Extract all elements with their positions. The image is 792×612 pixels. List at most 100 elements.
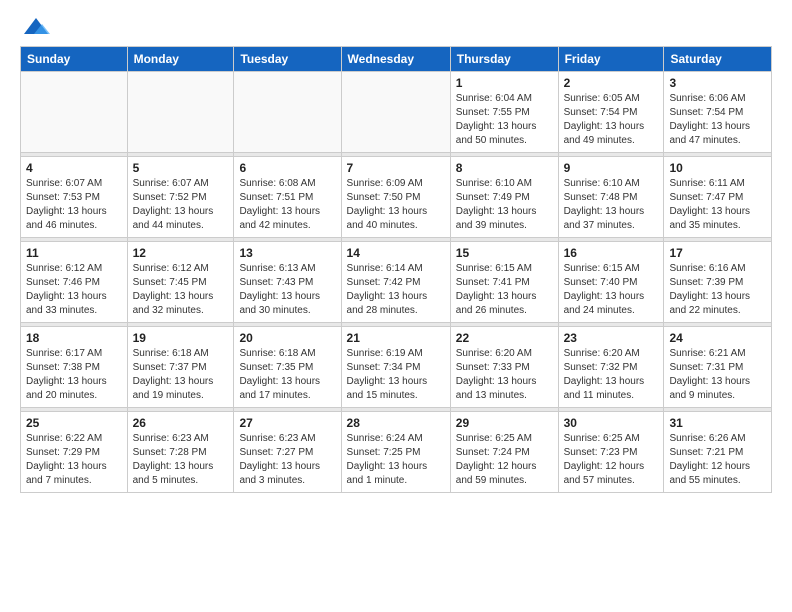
calendar-cell: 14Sunrise: 6:14 AMSunset: 7:42 PMDayligh…: [341, 242, 450, 323]
calendar-cell: 2Sunrise: 6:05 AMSunset: 7:54 PMDaylight…: [558, 72, 664, 153]
calendar-cell: [234, 72, 341, 153]
calendar-cell: 31 Sunrise: 6:26 AMSunset: 7:21 PMDayligh…: [664, 412, 772, 493]
day-number: 4: [26, 161, 122, 175]
day-info: Sunrise: 6:15 AMSunset: 7:41 PMDaylight:…: [456, 262, 553, 318]
day-info: Sunrise: 6:16 AMSunset: 7:39 PMDaylight:…: [669, 262, 766, 318]
day-info: Sunrise: 6:18 AMSunset: 7:37 PMDaylight:…: [133, 347, 229, 403]
calendar-cell: 3 Sunrise: 6:06 AMSunset: 7:54 PMDaylight…: [664, 72, 772, 153]
calendar-week-1: 1 Sunrise: 6:04 AMSunset: 7:55 PMDaylight…: [21, 72, 772, 153]
day-info: Sunrise: 6:25 AMSunset: 7:24 PMDaylight:…: [456, 432, 553, 488]
day-info: Sunrise: 6:11 AMSunset: 7:47 PMDaylight:…: [669, 177, 766, 233]
weekday-header-row: SundayMondayTuesdayWednesdayThursdayFrid…: [21, 47, 772, 72]
calendar-cell: 10 Sunrise: 6:11 AMSunset: 7:47 PMDayligh…: [664, 157, 772, 238]
day-number: 8: [456, 161, 553, 175]
day-number: 13: [239, 246, 335, 260]
day-info: Sunrise: 6:23 AMSunset: 7:27 PMDaylight:…: [239, 432, 335, 488]
calendar-cell: 19 Sunrise: 6:18 AMSunset: 7:37 PMDayligh…: [127, 327, 234, 408]
calendar-cell: 15Sunrise: 6:15 AMSunset: 7:41 PMDayligh…: [450, 242, 558, 323]
calendar-cell: 16 Sunrise: 6:15 AMSunset: 7:40 PMDayligh…: [558, 242, 664, 323]
day-number: 1: [456, 76, 553, 90]
calendar-cell: 13 Sunrise: 6:13 AMSunset: 7:43 PMDayligh…: [234, 242, 341, 323]
calendar-cell: 29 Sunrise: 6:25 AMSunset: 7:24 PMDayligh…: [450, 412, 558, 493]
calendar-week-3: 11 Sunrise: 6:12 AMSunset: 7:46 PMDayligh…: [21, 242, 772, 323]
calendar-cell: 30 Sunrise: 6:25 AMSunset: 7:23 PMDayligh…: [558, 412, 664, 493]
day-number: 25: [26, 416, 122, 430]
calendar-cell: 22 Sunrise: 6:20 AMSunset: 7:33 PMDayligh…: [450, 327, 558, 408]
weekday-header-sunday: Sunday: [21, 47, 128, 72]
day-number: 30: [564, 416, 659, 430]
day-info: Sunrise: 6:07 AMSunset: 7:53 PMDaylight:…: [26, 177, 122, 233]
day-number: 18: [26, 331, 122, 345]
day-info: Sunrise: 6:17 AMSunset: 7:38 PMDaylight:…: [26, 347, 122, 403]
calendar-cell: 17 Sunrise: 6:16 AMSunset: 7:39 PMDayligh…: [664, 242, 772, 323]
day-info: Sunrise: 6:10 AMSunset: 7:49 PMDaylight:…: [456, 177, 553, 233]
weekday-header-tuesday: Tuesday: [234, 47, 341, 72]
logo-icon: [22, 16, 50, 38]
calendar-week-4: 18 Sunrise: 6:17 AMSunset: 7:38 PMDayligh…: [21, 327, 772, 408]
day-number: 20: [239, 331, 335, 345]
day-number: 24: [669, 331, 766, 345]
day-info: Sunrise: 6:20 AMSunset: 7:33 PMDaylight:…: [456, 347, 553, 403]
calendar-cell: 24 Sunrise: 6:21 AMSunset: 7:31 PMDayligh…: [664, 327, 772, 408]
day-number: 27: [239, 416, 335, 430]
day-info: Sunrise: 6:04 AMSunset: 7:55 PMDaylight:…: [456, 92, 553, 148]
day-info: Sunrise: 6:10 AMSunset: 7:48 PMDaylight:…: [564, 177, 659, 233]
day-info: Sunrise: 6:18 AMSunset: 7:35 PMDaylight:…: [239, 347, 335, 403]
calendar-cell: 6Sunrise: 6:08 AMSunset: 7:51 PMDaylight…: [234, 157, 341, 238]
day-number: 3: [669, 76, 766, 90]
day-number: 5: [133, 161, 229, 175]
day-number: 16: [564, 246, 659, 260]
logo: [20, 16, 50, 38]
day-number: 10: [669, 161, 766, 175]
day-number: 6: [239, 161, 335, 175]
day-number: 11: [26, 246, 122, 260]
day-number: 21: [347, 331, 445, 345]
day-info: Sunrise: 6:19 AMSunset: 7:34 PMDaylight:…: [347, 347, 445, 403]
calendar-week-2: 4 Sunrise: 6:07 AMSunset: 7:53 PMDaylight…: [21, 157, 772, 238]
weekday-header-wednesday: Wednesday: [341, 47, 450, 72]
day-number: 28: [347, 416, 445, 430]
day-info: Sunrise: 6:06 AMSunset: 7:54 PMDaylight:…: [669, 92, 766, 148]
day-number: 23: [564, 331, 659, 345]
day-number: 2: [564, 76, 659, 90]
day-number: 19: [133, 331, 229, 345]
calendar-cell: 12 Sunrise: 6:12 AMSunset: 7:45 PMDayligh…: [127, 242, 234, 323]
calendar-cell: 23 Sunrise: 6:20 AMSunset: 7:32 PMDayligh…: [558, 327, 664, 408]
day-info: Sunrise: 6:21 AMSunset: 7:31 PMDaylight:…: [669, 347, 766, 403]
calendar-cell: 8 Sunrise: 6:10 AMSunset: 7:49 PMDaylight…: [450, 157, 558, 238]
weekday-header-friday: Friday: [558, 47, 664, 72]
day-info: Sunrise: 6:24 AMSunset: 7:25 PMDaylight:…: [347, 432, 445, 488]
day-info: Sunrise: 6:12 AMSunset: 7:45 PMDaylight:…: [133, 262, 229, 318]
calendar-cell: [341, 72, 450, 153]
calendar-cell: 9Sunrise: 6:10 AMSunset: 7:48 PMDaylight…: [558, 157, 664, 238]
day-number: 29: [456, 416, 553, 430]
weekday-header-monday: Monday: [127, 47, 234, 72]
day-info: Sunrise: 6:23 AMSunset: 7:28 PMDaylight:…: [133, 432, 229, 488]
day-number: 31: [669, 416, 766, 430]
day-info: Sunrise: 6:26 AMSunset: 7:21 PMDaylight:…: [669, 432, 766, 488]
calendar-cell: [127, 72, 234, 153]
day-info: Sunrise: 6:20 AMSunset: 7:32 PMDaylight:…: [564, 347, 659, 403]
day-number: 17: [669, 246, 766, 260]
day-info: Sunrise: 6:12 AMSunset: 7:46 PMDaylight:…: [26, 262, 122, 318]
day-number: 12: [133, 246, 229, 260]
day-number: 22: [456, 331, 553, 345]
calendar-cell: 5Sunrise: 6:07 AMSunset: 7:52 PMDaylight…: [127, 157, 234, 238]
calendar-cell: 11 Sunrise: 6:12 AMSunset: 7:46 PMDayligh…: [21, 242, 128, 323]
day-info: Sunrise: 6:22 AMSunset: 7:29 PMDaylight:…: [26, 432, 122, 488]
day-info: Sunrise: 6:25 AMSunset: 7:23 PMDaylight:…: [564, 432, 659, 488]
weekday-header-thursday: Thursday: [450, 47, 558, 72]
day-info: Sunrise: 6:13 AMSunset: 7:43 PMDaylight:…: [239, 262, 335, 318]
day-info: Sunrise: 6:09 AMSunset: 7:50 PMDaylight:…: [347, 177, 445, 233]
calendar-cell: [21, 72, 128, 153]
calendar-cell: 1 Sunrise: 6:04 AMSunset: 7:55 PMDaylight…: [450, 72, 558, 153]
weekday-header-saturday: Saturday: [664, 47, 772, 72]
calendar-cell: 4 Sunrise: 6:07 AMSunset: 7:53 PMDaylight…: [21, 157, 128, 238]
calendar-cell: 28 Sunrise: 6:24 AMSunset: 7:25 PMDayligh…: [341, 412, 450, 493]
calendar-cell: 27 Sunrise: 6:23 AMSunset: 7:27 PMDayligh…: [234, 412, 341, 493]
calendar-week-5: 25 Sunrise: 6:22 AMSunset: 7:29 PMDayligh…: [21, 412, 772, 493]
calendar-cell: 25 Sunrise: 6:22 AMSunset: 7:29 PMDayligh…: [21, 412, 128, 493]
calendar-cell: 18 Sunrise: 6:17 AMSunset: 7:38 PMDayligh…: [21, 327, 128, 408]
day-info: Sunrise: 6:15 AMSunset: 7:40 PMDaylight:…: [564, 262, 659, 318]
day-number: 14: [347, 246, 445, 260]
